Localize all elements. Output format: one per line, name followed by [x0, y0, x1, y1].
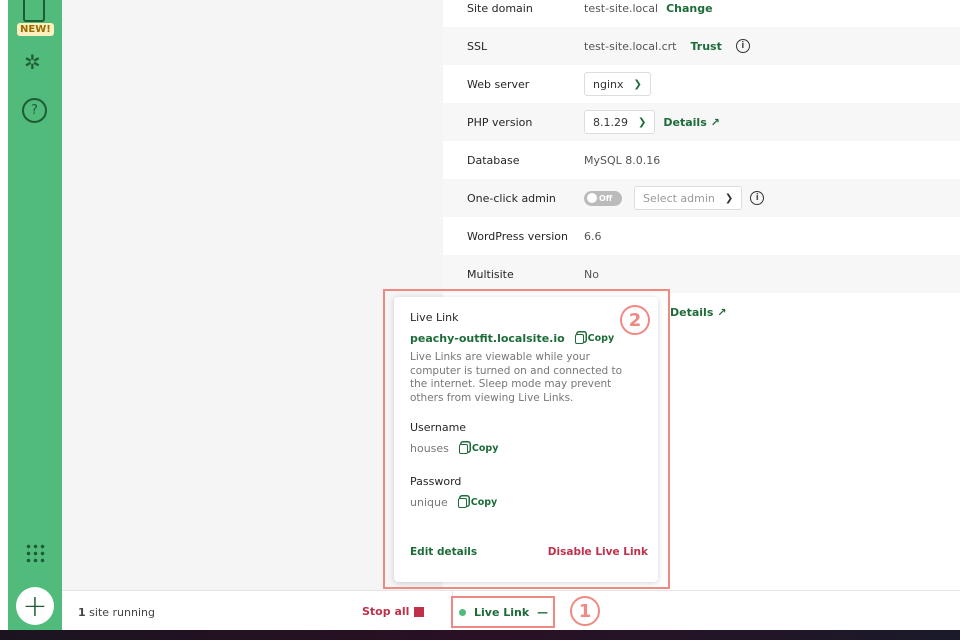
row-multisite: Multisite No — [443, 255, 960, 293]
one-click-admin-toggle[interactable]: Off — [584, 190, 622, 206]
external-link-icon: ↗ — [717, 305, 727, 319]
row-site-domain: Site domain test-site.local Change — [467, 1, 713, 15]
window-edge — [0, 0, 8, 640]
annotation-box-2 — [383, 289, 670, 589]
external-link-icon: ↗ — [710, 115, 720, 129]
add-site-button[interactable]: + — [16, 587, 54, 625]
info-icon[interactable]: i — [750, 191, 765, 205]
sidebar: NEW! ✲ ? + — [8, 0, 62, 630]
book-icon[interactable] — [23, 0, 45, 22]
annotation-number-2: 2 — [620, 305, 650, 335]
row-database: Database MySQL 8.0.16 — [467, 153, 661, 167]
stop-all-button[interactable]: Stop all — [362, 605, 425, 618]
row-wordpress-version: WordPress version 6.6 — [467, 229, 602, 243]
desktop-background — [0, 630, 960, 640]
change-domain-link[interactable]: Change — [666, 2, 713, 15]
details-link[interactable]: Details ↗ — [670, 306, 726, 319]
annotation-box-1 — [451, 596, 555, 628]
php-version-select[interactable]: 8.1.29 ❯ — [584, 110, 656, 134]
chevron-down-icon: ❯ — [724, 192, 734, 204]
annotation-number-1: 1 — [570, 596, 600, 626]
row-one-click-admin: One-click admin Off Select admin ❯ i — [443, 179, 960, 217]
chevron-down-icon: ❯ — [633, 78, 642, 90]
admin-select[interactable]: Select admin ❯ — [634, 186, 743, 210]
trust-link[interactable]: Trust — [690, 40, 721, 53]
web-server-select[interactable]: nginx ❯ — [584, 72, 651, 96]
info-icon[interactable]: i — [735, 39, 750, 53]
row-web-server: Web server nginx ❯ — [443, 65, 960, 103]
row-ssl: SSL test-site.local.crt Trust i — [443, 27, 960, 65]
grid-icon[interactable] — [25, 543, 45, 563]
puzzle-icon[interactable]: ✲ — [24, 50, 41, 74]
sites-running-status: 1 site running — [78, 606, 155, 619]
chevron-down-icon: ❯ — [638, 116, 647, 128]
help-icon[interactable]: ? — [22, 98, 47, 123]
stop-icon — [414, 606, 425, 617]
new-badge: NEW! — [17, 23, 54, 36]
php-details-link[interactable]: Details ↗ — [663, 116, 719, 129]
row-php-version: PHP version 8.1.29 ❯ Details ↗ — [443, 103, 960, 141]
